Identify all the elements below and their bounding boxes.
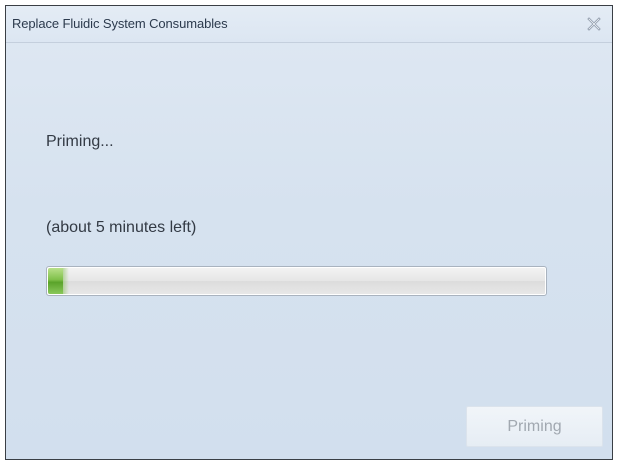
status-label: Priming... [46,133,114,150]
progress-fill [48,268,69,294]
priming-button[interactable]: Priming [466,406,603,447]
progress-bar [46,266,547,296]
close-button[interactable] [584,14,604,34]
time-remaining-label: (about 5 minutes left) [46,219,197,236]
close-icon [587,17,601,31]
dialog-window: Replace Fluidic System Consumables Primi… [5,5,613,460]
title-bar: Replace Fluidic System Consumables [6,6,612,43]
window-title: Replace Fluidic System Consumables [12,16,228,31]
